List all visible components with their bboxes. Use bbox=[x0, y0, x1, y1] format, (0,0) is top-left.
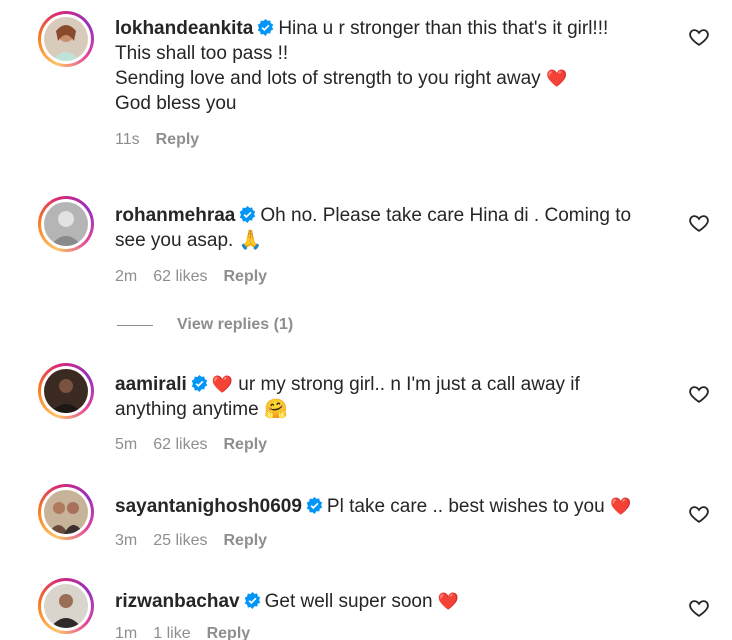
like-count[interactable]: 1 like bbox=[153, 625, 190, 640]
reply-button[interactable]: Reply bbox=[223, 268, 267, 285]
view-replies-label: View replies (1) bbox=[177, 316, 294, 333]
comment-body: rizwanbachav Get well super soon ❤️ bbox=[115, 589, 675, 614]
timestamp: 1m bbox=[115, 625, 138, 640]
timestamp: 11s bbox=[115, 131, 140, 148]
like-count[interactable]: 62 likes bbox=[153, 436, 207, 453]
comment-text-line: Oh no. Please take care Hina di . Coming… bbox=[260, 205, 632, 226]
heart-outline-icon[interactable] bbox=[688, 383, 710, 405]
comment-text-line: see you asap. bbox=[115, 230, 234, 251]
comment-text-line: anything anytime bbox=[115, 399, 259, 420]
reply-button[interactable]: Reply bbox=[156, 131, 200, 148]
comment-body: rohanmehraa Oh no. Please take care Hina … bbox=[115, 203, 675, 253]
timestamp: 2m bbox=[115, 268, 138, 285]
hug-emoji: 🤗 bbox=[263, 399, 288, 420]
username[interactable]: rohanmehraa bbox=[115, 205, 235, 226]
verified-badge-icon bbox=[258, 19, 274, 36]
comment-body: sayantanighosh0609 Pl take care .. best w… bbox=[115, 494, 675, 519]
reply-button[interactable]: Reply bbox=[207, 625, 251, 640]
avatar[interactable] bbox=[38, 196, 94, 252]
comment-text-line: Pl take care .. best wishes to you bbox=[326, 496, 605, 517]
heart-emoji: ❤️ bbox=[545, 69, 568, 88]
timestamp: 3m bbox=[115, 532, 138, 549]
heart-outline-icon[interactable] bbox=[688, 212, 710, 234]
verified-badge-icon bbox=[244, 592, 260, 609]
heart-emoji: ❤️ bbox=[437, 592, 459, 611]
comment-meta: 2m 62 likes Reply bbox=[115, 268, 283, 286]
reply-button[interactable]: Reply bbox=[223, 436, 267, 453]
timestamp: 5m bbox=[115, 436, 138, 453]
avatar[interactable] bbox=[38, 11, 94, 67]
avatar-image bbox=[44, 17, 88, 61]
username[interactable]: rizwanbachav bbox=[115, 591, 240, 612]
comment-text-line: God bless you bbox=[115, 93, 237, 114]
comment-meta: 3m 25 likes Reply bbox=[115, 532, 283, 550]
heart-outline-icon[interactable] bbox=[688, 26, 710, 48]
avatar-image bbox=[44, 584, 88, 628]
view-replies-button[interactable]: View replies (1) bbox=[117, 316, 293, 334]
comment-text-line: Sending love and lots of strength to you… bbox=[115, 68, 541, 89]
comment-body: lokhandeankita Hina u r stronger than thi… bbox=[115, 16, 675, 116]
heart-emoji: ❤️ bbox=[211, 375, 233, 394]
comment-text-line: ur my strong girl.. n I'm just a call aw… bbox=[238, 374, 580, 395]
avatar-image bbox=[44, 202, 88, 246]
avatar[interactable] bbox=[38, 363, 94, 419]
comment-meta: 1m 1 like Reply bbox=[115, 625, 266, 640]
comment-text-line: This shall too pass !! bbox=[115, 43, 289, 64]
reply-button[interactable]: Reply bbox=[223, 532, 267, 549]
avatar[interactable] bbox=[38, 484, 94, 540]
avatar-image bbox=[44, 369, 88, 413]
username[interactable]: lokhandeankita bbox=[115, 18, 253, 39]
avatar[interactable] bbox=[38, 578, 94, 634]
pray-emoji: 🙏 bbox=[238, 230, 263, 251]
comment-meta: 5m 62 likes Reply bbox=[115, 436, 283, 454]
heart-emoji: ❤️ bbox=[609, 497, 632, 516]
comment-body: aamirali ❤️ ur my strong girl.. n I'm jus… bbox=[115, 372, 675, 422]
username[interactable]: aamirali bbox=[115, 374, 187, 395]
comment-text-line: Get well super soon bbox=[264, 591, 433, 612]
heart-outline-icon[interactable] bbox=[688, 503, 710, 525]
divider-line bbox=[117, 324, 153, 326]
like-count[interactable]: 25 likes bbox=[153, 532, 207, 549]
comment-meta: 11s Reply bbox=[115, 131, 215, 149]
comment-text-line: Hina u r stronger than this that's it gi… bbox=[278, 18, 609, 39]
username[interactable]: sayantanighosh0609 bbox=[115, 496, 302, 517]
like-count[interactable]: 62 likes bbox=[153, 268, 207, 285]
avatar-image bbox=[44, 490, 88, 534]
verified-badge-icon bbox=[240, 206, 256, 223]
verified-badge-icon bbox=[191, 375, 208, 392]
heart-outline-icon[interactable] bbox=[688, 597, 710, 619]
verified-badge-icon bbox=[306, 497, 323, 514]
